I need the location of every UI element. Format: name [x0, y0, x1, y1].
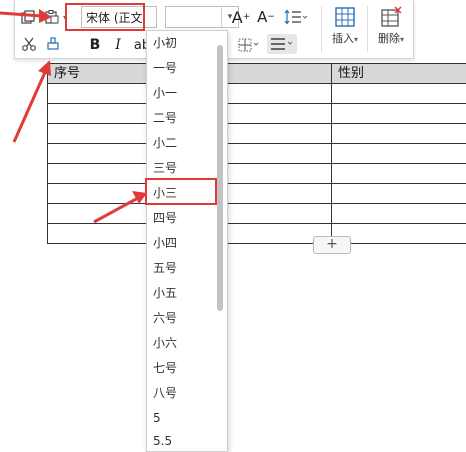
arrow-icon — [14, 60, 51, 142]
arrow-icon — [94, 191, 147, 222]
annotation-arrows — [0, 0, 466, 440]
arrow-icon — [0, 9, 52, 23]
